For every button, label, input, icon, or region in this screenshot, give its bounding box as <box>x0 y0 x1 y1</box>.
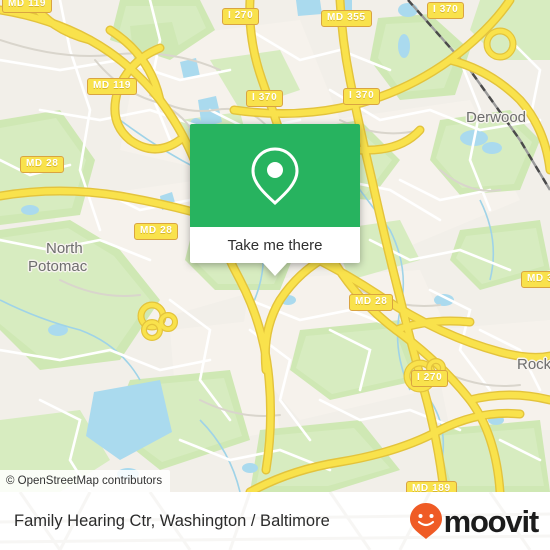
place-label: Derwood <box>466 109 527 126</box>
page-title: Family Hearing Ctr, Washington / Baltimo… <box>14 511 330 530</box>
highway-shield: MD 28 <box>349 294 394 311</box>
highway-shield: MD 189 <box>406 481 457 492</box>
place-label: Potomac <box>28 258 88 275</box>
footer-bar: Family Hearing Ctr, Washington / Baltimo… <box>0 492 550 550</box>
take-me-there-label: Take me there <box>227 236 323 254</box>
place-label: Rock <box>517 356 550 373</box>
highway-shield: I 370 <box>246 90 284 107</box>
location-popup-card[interactable]: Take me there <box>190 124 360 276</box>
moovit-logo[interactable]: moovit <box>409 502 540 540</box>
map-attribution[interactable]: © OpenStreetMap contributors <box>0 470 171 492</box>
highway-shield: MD 119 <box>2 0 53 13</box>
attribution-text: © OpenStreetMap contributors <box>6 475 163 487</box>
take-me-there-button[interactable]: Take me there <box>190 227 360 263</box>
highway-shield: MD 28 <box>20 156 65 173</box>
popup-pin-panel <box>190 124 360 227</box>
map-pin-icon <box>251 146 299 205</box>
highway-shield: I 270 <box>222 8 260 25</box>
highway-shield: MD 3 <box>521 271 550 288</box>
map-canvas[interactable]: MD 119 MD 119 I 270 MD 355 I 370 I 370 I 370 MD… <box>0 0 550 492</box>
moovit-wordmark: moovit <box>443 503 540 539</box>
moovit-smiley-pin-icon <box>409 503 442 539</box>
popup-tail <box>263 263 287 276</box>
highway-shield: I 370 <box>427 2 465 19</box>
place-label: North <box>46 240 83 257</box>
highway-shield: MD 119 <box>87 78 138 95</box>
highway-shield: MD 355 <box>321 10 372 27</box>
highway-shield: MD 28 <box>134 223 179 240</box>
highway-shield: I 370 <box>343 88 381 105</box>
highway-shield: I 270 <box>411 370 449 387</box>
